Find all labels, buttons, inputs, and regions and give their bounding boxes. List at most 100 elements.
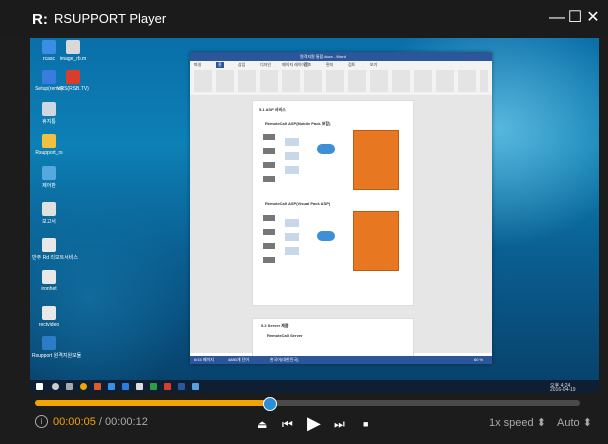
agent-icons (285, 138, 299, 178)
speed-select[interactable]: 1x speed ⬍ (489, 416, 546, 429)
word-icon (178, 383, 185, 390)
current-time: 00:00:05 (53, 416, 96, 428)
desktop-icon[interactable]: 보고서 (32, 202, 66, 225)
desktop-icon-label: 반주 Rd 리모트서비스 (32, 255, 78, 261)
word-count: 4880개 단어 (228, 357, 250, 362)
minimize-button[interactable]: — (548, 9, 566, 27)
recorded-screen: rcasc image_rb.m Setup(remo) VRS(RSB.TV) 휴지통… (30, 38, 599, 393)
total-time: 00:00:12 (105, 416, 148, 428)
desktop-icon-label: rectvideo (38, 322, 60, 328)
desktop-icon[interactable]: image_rb.m (56, 40, 90, 62)
task-view-icon (66, 383, 73, 390)
desktop-icon-label: 제어판 (42, 183, 56, 189)
tray-date: 2016-04-19 (550, 387, 576, 393)
speed-label: 1x speed (489, 417, 534, 429)
ppt-icon (164, 383, 171, 390)
diagram-2 (261, 209, 405, 271)
desktop-icon-image (42, 202, 56, 216)
desktop-icon-image (42, 102, 56, 116)
desktop-icon-image (66, 40, 80, 54)
desktop-icon-label: Rsupport_rs (35, 150, 63, 156)
desktop-icon-label: Rsupport 원격지원모듈 (32, 353, 82, 359)
store-icon (108, 383, 115, 390)
ribbon-tab[interactable]: 삽입 (238, 62, 245, 68)
ribbon-tab[interactable]: 참조 (304, 62, 311, 68)
chrome-icon (80, 383, 87, 390)
desktop-icon-label: 휴지통 (42, 119, 56, 125)
desktop-icon-image (42, 70, 56, 84)
desktop-icon-image (42, 336, 56, 350)
word-document-window: 원격지원 통합.docx - Word 파일 홈 삽입 디자인 페이지 레이아웃 참조 편지… (190, 52, 492, 364)
diagram-1 (261, 128, 405, 190)
cloud-icon (317, 231, 335, 241)
player-window: R: RSUPPORT Player — ☐ ✕ rcasc image_rb.m… (0, 0, 608, 444)
desktop-icon-image (42, 134, 56, 148)
desktop-icon-image (42, 40, 56, 54)
section-heading-1: 5.1 ASP 서비스 (259, 107, 286, 112)
diagram-1-server-group (353, 130, 399, 190)
cloud-icon (317, 144, 335, 154)
desktop-icon[interactable]: 반주 Rd 리모트서비스 (32, 238, 78, 261)
explorer-icon (136, 383, 143, 390)
desktop-icon[interactable]: ironhet (32, 270, 66, 292)
ribbon-tab[interactable]: 보기 (370, 62, 377, 68)
language: 한국어(대한민국) (270, 357, 299, 362)
time-display: 00:00:05 / 00:00:12 (53, 416, 148, 428)
seek-progress (35, 400, 270, 406)
document-page: 5.1 ASP 서비스 RemoteCall ASP(Mobile Pack 포… (252, 100, 414, 306)
ribbon-tools (194, 70, 488, 92)
search-icon (52, 383, 59, 390)
desktop-icon[interactable]: rectvideo (32, 306, 66, 328)
ribbon-tab[interactable]: 파일 (194, 62, 201, 68)
diagram-title-1: RemoteCall ASP(Mobile Pack 포함) (265, 121, 331, 126)
client-icons (263, 134, 275, 184)
desktop-icon-label: 보고서 (42, 219, 56, 225)
start-icon (36, 383, 43, 390)
desktop-icon-image (42, 270, 56, 284)
info-icon[interactable]: i (35, 415, 48, 428)
desktop-icon-image (42, 306, 56, 320)
play-button[interactable]: ▶ (307, 413, 321, 434)
desktop-icon[interactable]: 휴지통 (32, 102, 66, 125)
seek-bar[interactable] (35, 397, 580, 411)
agent-icons (285, 219, 299, 259)
stop-button[interactable]: ■ (363, 419, 368, 429)
section-heading-2: 5.2 Server 제품 (261, 323, 289, 328)
desktop-icon-label: image_rb.m (59, 56, 87, 62)
desktop-icon-label: VRS(RSB.TV) (57, 86, 89, 92)
word-title-bar: 원격지원 통합.docx - Word (190, 52, 492, 61)
desktop-icon-image (42, 238, 56, 252)
ribbon-tab[interactable]: 편지 (326, 62, 333, 68)
diagram-2-server-group (353, 211, 399, 271)
time-separator: / (95, 416, 105, 428)
ribbon-tab[interactable]: 검토 (348, 62, 355, 68)
desktop-icon[interactable]: Rsupport 원격지원모듈 (32, 336, 82, 359)
server-line: RemoteCall Server (267, 333, 303, 338)
next-button[interactable]: ⏭ (334, 417, 345, 432)
eject-button[interactable]: ⏏ (257, 418, 267, 431)
desktop-icon[interactable]: Rsupport_rs (32, 134, 66, 156)
quality-select[interactable]: Auto ⬍ (557, 416, 592, 429)
desktop-icon-image (66, 70, 80, 84)
client-icons (263, 215, 275, 265)
seek-handle[interactable] (263, 397, 278, 411)
app-logo: R: (32, 11, 48, 28)
desktop-icon[interactable]: VRS(RSB.TV) (56, 70, 90, 92)
ribbon-tab[interactable]: 홈 (216, 62, 224, 68)
excel-icon (150, 383, 157, 390)
desktop-icon-image (42, 166, 56, 180)
app2-icon (192, 383, 199, 390)
close-button[interactable]: ✕ (584, 9, 602, 27)
desktop-icon[interactable]: 제어판 (32, 166, 66, 189)
maximize-button[interactable]: ☐ (566, 9, 584, 27)
quality-label: Auto (557, 417, 580, 429)
ie-icon (122, 383, 129, 390)
previous-button[interactable]: ⏮ (282, 417, 293, 432)
word-title: 원격지원 통합.docx - Word (300, 54, 346, 59)
zoom-level: 60 % (474, 357, 484, 362)
page-count: 6/15 페이지 (194, 357, 214, 362)
ribbon-tab[interactable]: 디자인 (260, 62, 271, 68)
word-status-bar: 6/15 페이지 4880개 단어 한국어(대한민국) 60 % (190, 356, 492, 364)
diagram-title-2: RemoteCall ASP(Visual Pack ASP) (265, 201, 331, 206)
title-bar[interactable]: R: RSUPPORT Player — ☐ ✕ (0, 0, 608, 38)
